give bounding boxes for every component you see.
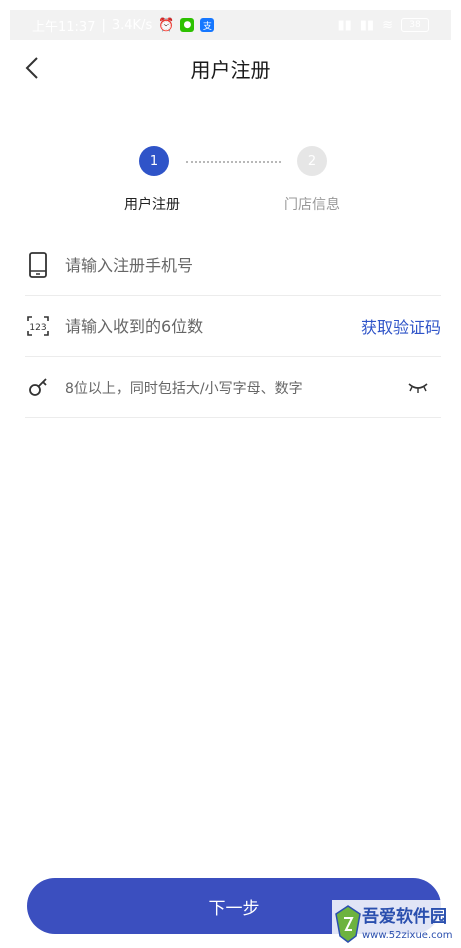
stepper: 1 2 用户注册 门店信息 (0, 146, 461, 216)
status-time: 上午11:37 (32, 19, 96, 35)
registration-form: 123 获取验证码 (25, 235, 441, 418)
alarm-icon: ⏰ (158, 17, 175, 33)
page-title: 用户注册 (190, 58, 271, 82)
code-input[interactable] (65, 306, 361, 346)
svg-text:123: 123 (29, 323, 46, 333)
watermark-title: 吾爱软件园 (362, 907, 447, 927)
network-speed: 3.4K/s (111, 17, 153, 33)
alipay-icon: 支 (200, 18, 215, 32)
signal-icon: ▮▮ (337, 17, 352, 33)
watermark: 吾爱软件园 www.52zixue.com (332, 900, 461, 948)
get-code-button[interactable]: 获取验证码 (361, 314, 441, 338)
wifi-icon: ≋ (382, 17, 393, 33)
eye-closed-icon[interactable] (405, 377, 431, 397)
code-row: 123 获取验证码 (25, 296, 441, 357)
battery-icon: 38 (401, 18, 429, 32)
phone-row (25, 235, 441, 296)
watermark-logo-icon (335, 905, 361, 943)
status-left: 上午11:37 | 3.4K/s ⏰ ● 支 (32, 16, 215, 35)
phone-icon (25, 250, 51, 280)
code-icon: 123 (25, 311, 51, 341)
status-divider: | (101, 17, 106, 33)
wechat-icon: ● (180, 18, 195, 32)
watermark-url: www.52zixue.com (362, 930, 453, 941)
password-row (25, 357, 441, 418)
step-2-label: 门店信息 (284, 197, 340, 213)
step-connector (186, 161, 281, 163)
step-1-circle: 1 (139, 146, 169, 176)
battery-level: 38 (409, 20, 421, 30)
nav-bar: 用户注册 (0, 40, 461, 96)
signal-icon-2: ▮▮ (359, 17, 375, 33)
password-input[interactable] (65, 367, 405, 407)
status-right: ▮▮ ▮▮ ≋ 38 (337, 18, 429, 33)
key-icon (25, 372, 51, 402)
step-2-circle: 2 (297, 146, 327, 176)
step-1-label: 用户注册 (124, 197, 180, 213)
status-bar: 上午11:37 | 3.4K/s ⏰ ● 支 ▮▮ ▮▮ ≋ 38 (10, 10, 451, 40)
phone-input[interactable] (65, 245, 441, 285)
